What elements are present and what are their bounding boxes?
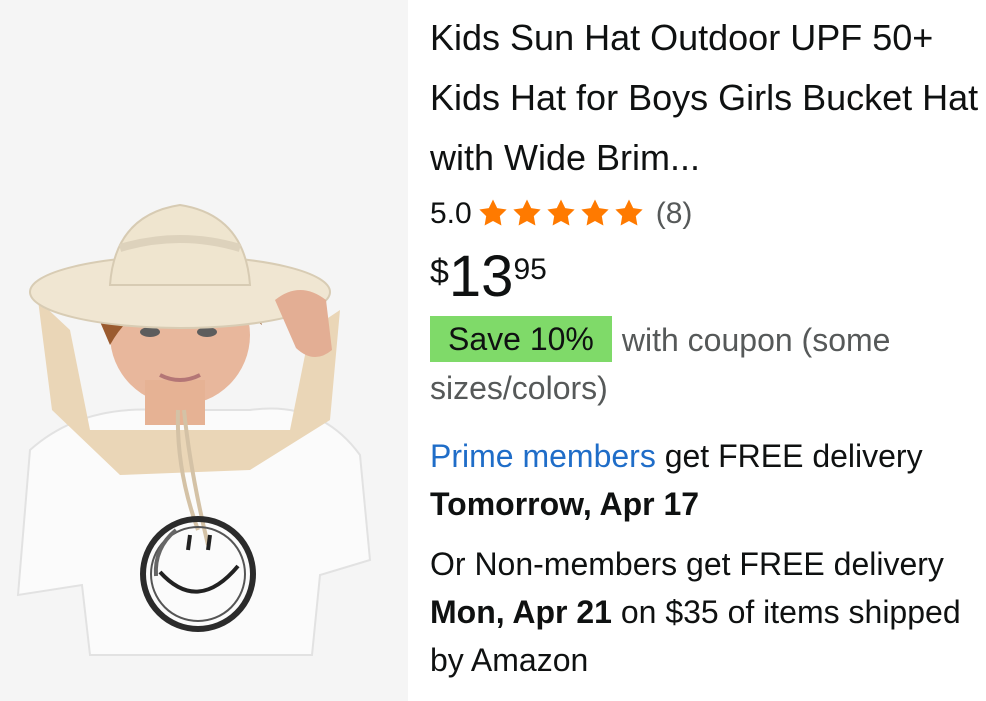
product-info[interactable]: Kids Sun Hat Outdoor UPF 50+ Kids Hat fo… [408, 0, 986, 701]
price-fraction: 95 [513, 253, 547, 286]
prime-delivery: Prime members get FREE delivery Tomorrow… [430, 432, 986, 528]
rating-stars [476, 197, 646, 231]
coupon-badge[interactable]: Save 10% [430, 316, 612, 362]
price-whole: 13 [448, 244, 514, 309]
product-title[interactable]: Kids Sun Hat Outdoor UPF 50+ Kids Hat fo… [430, 8, 986, 188]
prime-members-link[interactable]: Prime members [430, 438, 656, 474]
star-icon [479, 199, 507, 226]
rating-value: 5.0 [430, 197, 472, 230]
product-image[interactable] [0, 0, 408, 701]
star-icon [547, 199, 575, 226]
price-symbol: $ [430, 253, 449, 291]
star-icon [513, 199, 541, 226]
prime-delivery-text: get FREE delivery [655, 438, 923, 474]
prime-delivery-date: Tomorrow, Apr 17 [430, 486, 700, 522]
product-card[interactable]: Kids Sun Hat Outdoor UPF 50+ Kids Hat fo… [0, 0, 986, 701]
rating-count[interactable]: (8) [656, 197, 693, 231]
product-photo [0, 0, 408, 701]
nonmember-date: Mon, Apr 21 [430, 594, 612, 630]
nonmember-prefix: Or Non-members get FREE delivery [430, 546, 944, 582]
price: $ 13 95 [430, 246, 986, 308]
star-icon [615, 199, 643, 226]
nonmember-delivery: Or Non-members get FREE delivery Mon, Ap… [430, 540, 970, 684]
coupon-row[interactable]: Save 10% with coupon (some sizes/colors) [430, 316, 986, 412]
rating-row[interactable]: 5.0 (8) [430, 194, 986, 234]
star-icon [581, 199, 609, 226]
